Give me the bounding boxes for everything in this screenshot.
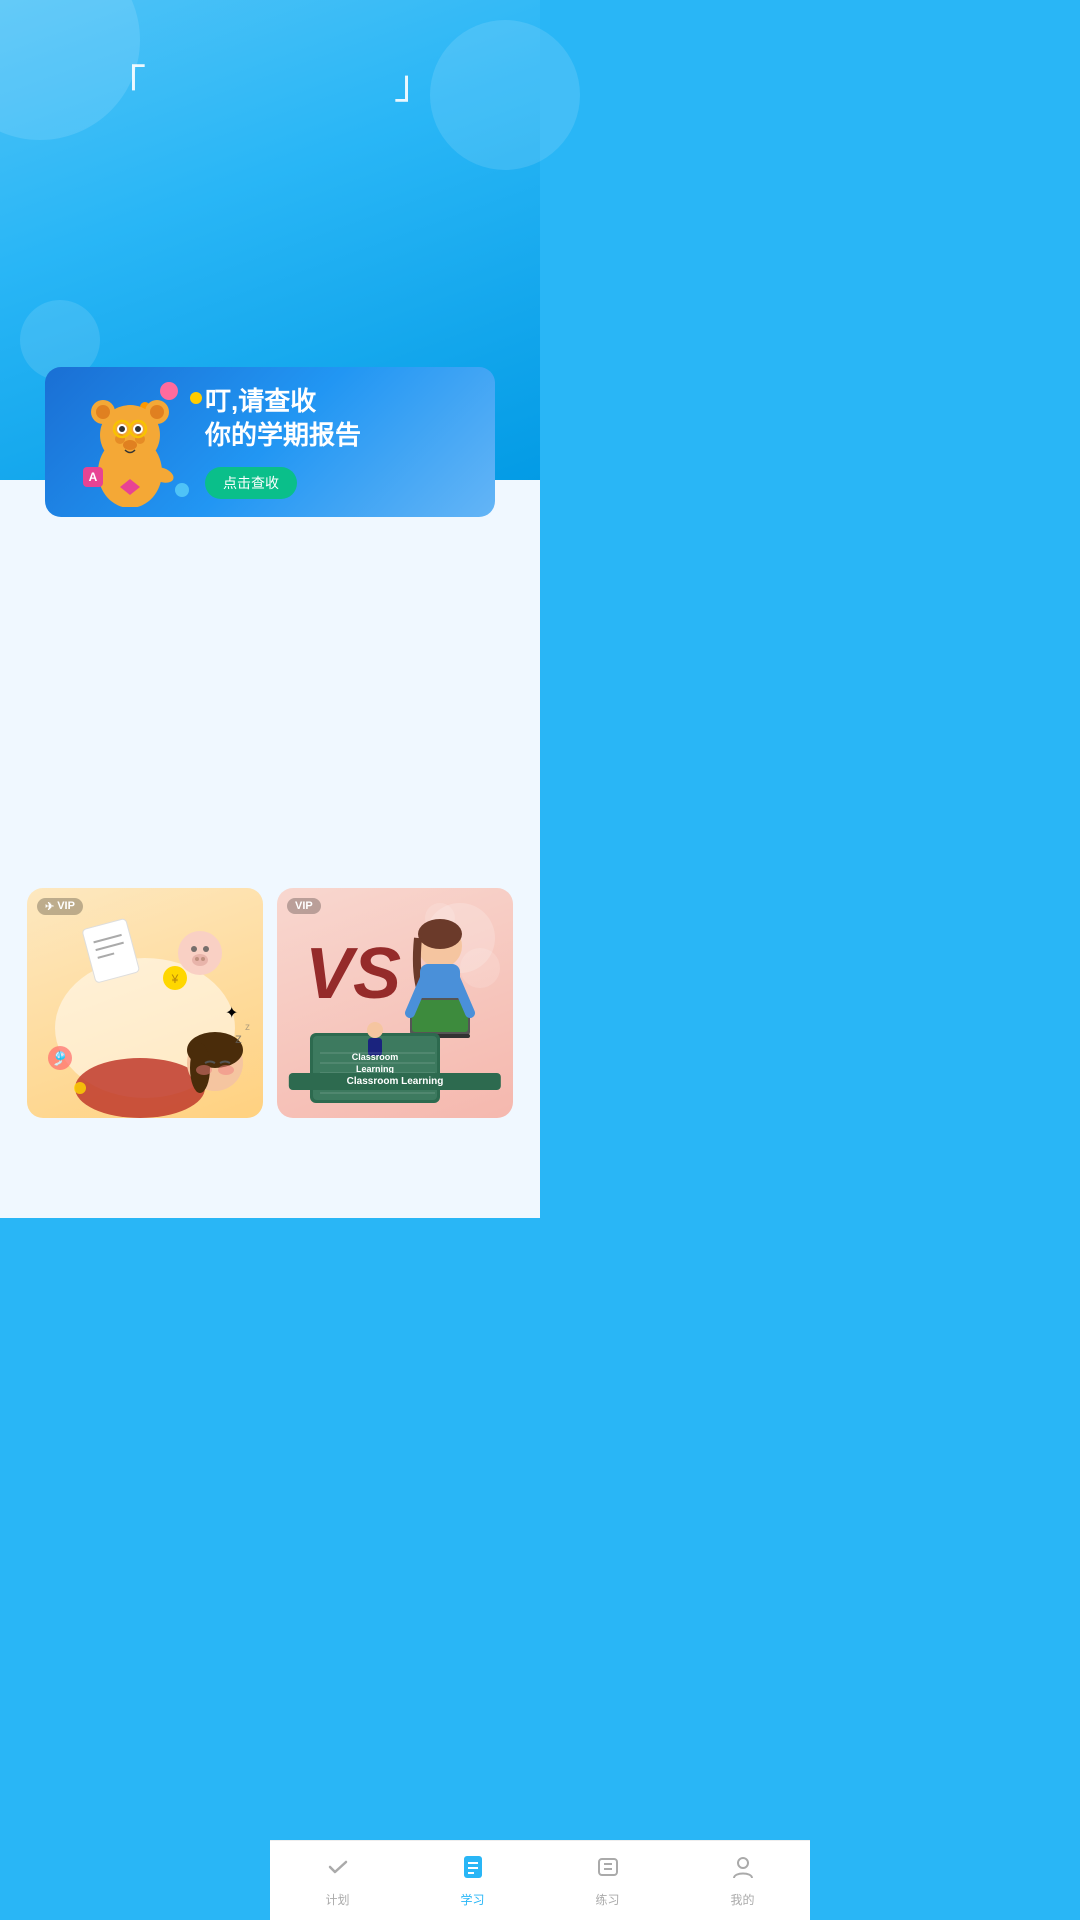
bottom-nav: 计划 学习 练习 我的: [270, 1840, 810, 1920]
study-icon: [460, 1854, 486, 1887]
nav-item-study[interactable]: 学习: [433, 1854, 513, 1908]
bracket-left: 「: [106, 52, 146, 110]
banner-cta-button[interactable]: 点击查收: [205, 467, 297, 499]
nav-item-practice[interactable]: 练习: [568, 1854, 648, 1908]
mine-label: 我的: [730, 1891, 754, 1908]
svg-text:z: z: [245, 1022, 250, 1033]
reading-card-left[interactable]: ✈ VIP: [27, 888, 263, 1118]
mine-icon: [730, 1854, 756, 1887]
plan-icon: [325, 1854, 351, 1887]
nav-item-mine[interactable]: 我的: [703, 1854, 783, 1908]
svg-text:z: z: [235, 1030, 242, 1046]
bear-illustration: A: [65, 377, 195, 507]
svg-text:A: A: [89, 470, 98, 484]
banner-text: 叮,请查收 你的学期报告 点击查收: [195, 385, 475, 499]
classroom-label: Classroom Learning: [289, 1073, 501, 1090]
svg-text:✦: ✦: [225, 1005, 238, 1022]
banner[interactable]: A 叮,请查收 你的学期报告 点击查收: [45, 367, 495, 517]
bracket-right: 」: [394, 52, 434, 110]
practice-icon: [595, 1854, 621, 1887]
svg-text:¥: ¥: [171, 972, 179, 986]
banner-headline: 叮,请查收 你的学期报告: [205, 385, 475, 453]
plan-label: 计划: [325, 1891, 349, 1908]
svg-text:🎐: 🎐: [51, 1050, 68, 1067]
svg-text:VS: VS: [305, 934, 401, 1014]
practice-label: 练习: [595, 1891, 619, 1908]
nav-item-plan[interactable]: 计划: [298, 1854, 378, 1908]
study-label: 学习: [460, 1891, 484, 1908]
reading-card-right[interactable]: VIP VS: [277, 888, 513, 1118]
